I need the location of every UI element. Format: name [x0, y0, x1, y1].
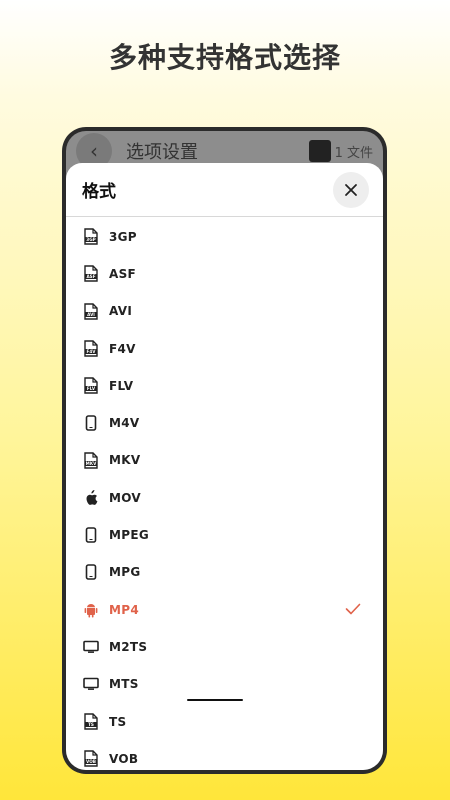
file-3gp-icon: 3GP: [83, 228, 99, 246]
format-label: MOV: [109, 490, 142, 505]
tv-icon: [83, 675, 99, 693]
format-label: MPG: [109, 565, 141, 580]
close-button[interactable]: [333, 171, 369, 208]
file-mkv-icon: MKV: [83, 451, 99, 469]
phone-screen: ‹ 选项设置 1 文件 格式 3GP 3GP ASF ASF AVI AVI F4V F4V F…: [66, 131, 383, 770]
format-bottom-sheet: 格式 3GP 3GP ASF ASF AVI AVI F4V F4V FLV FLV M4V MKV M…: [66, 163, 383, 770]
sheet-title: 格式: [82, 182, 116, 202]
home-indicator: [187, 699, 243, 701]
format-item-mpeg[interactable]: MPEG: [66, 516, 383, 553]
svg-text:VOB: VOB: [86, 759, 96, 764]
format-item-mkv[interactable]: MKV MKV: [66, 442, 383, 479]
checkmark-icon: [345, 600, 361, 619]
file-asf-icon: ASF: [83, 265, 99, 283]
file-flv-icon: FLV: [83, 377, 99, 395]
close-icon: [345, 183, 357, 196]
format-item-mts[interactable]: MTS: [66, 666, 383, 703]
format-label: FLV: [109, 378, 134, 393]
format-label: MPEG: [109, 528, 149, 543]
file-count: 1 文件: [308, 140, 373, 162]
svg-text:AVI: AVI: [87, 312, 95, 317]
format-label: M4V: [109, 416, 140, 431]
format-item-flv[interactable]: FLV FLV: [66, 367, 383, 404]
sheet-header: 格式: [66, 163, 383, 217]
svg-text:3GP: 3GP: [86, 237, 95, 242]
svg-text:TS: TS: [88, 722, 94, 727]
format-item-mp4[interactable]: MP4: [66, 591, 383, 628]
svg-text:FLV: FLV: [87, 387, 96, 392]
format-label: TS: [109, 714, 127, 729]
android-icon: [83, 601, 99, 619]
format-item-m4v[interactable]: M4V: [66, 404, 383, 441]
format-item-f4v[interactable]: F4V F4V: [66, 330, 383, 367]
file-thumbnail-icon: [308, 140, 331, 162]
format-item-m2ts[interactable]: M2TS: [66, 628, 383, 665]
svg-text:MKV: MKV: [86, 461, 97, 466]
format-label: MP4: [109, 602, 139, 617]
file-ts-icon: TS: [83, 713, 99, 731]
format-label: AVI: [109, 304, 133, 319]
phone-icon: [83, 414, 99, 432]
chevron-left-icon: ‹: [90, 139, 98, 163]
format-item-ts[interactable]: TS TS: [66, 703, 383, 740]
format-item-vob[interactable]: VOB VOB: [66, 740, 383, 770]
format-item-3gp[interactable]: 3GP 3GP: [66, 218, 383, 255]
file-f4v-icon: F4V: [83, 340, 99, 358]
format-label: F4V: [109, 341, 136, 356]
phone-icon: [83, 526, 99, 544]
format-item-asf[interactable]: ASF ASF: [66, 255, 383, 292]
format-item-mov[interactable]: MOV: [66, 479, 383, 516]
format-label: MKV: [109, 453, 141, 468]
format-label: 3GP: [109, 229, 137, 244]
format-label: VOB: [109, 751, 139, 766]
svg-text:F4V: F4V: [86, 349, 96, 354]
promo-title: 多种支持格式选择: [108, 41, 341, 74]
tv-icon: [83, 638, 99, 656]
format-label: ASF: [109, 266, 137, 281]
format-list: 3GP 3GP ASF ASF AVI AVI F4V F4V FLV FLV M4V MKV MKV M…: [66, 217, 383, 770]
file-vob-icon: VOB: [83, 750, 99, 768]
phone-icon: [83, 563, 99, 581]
phone-frame: ‹ 选项设置 1 文件 格式 3GP 3GP ASF ASF AVI AVI F4V F4V F…: [62, 127, 387, 774]
background-title: 选项设置: [126, 142, 198, 163]
file-count-label: 1 文件: [334, 145, 373, 161]
format-item-avi[interactable]: AVI AVI: [66, 293, 383, 330]
file-avi-icon: AVI: [83, 302, 99, 320]
format-item-mpg[interactable]: MPG: [66, 554, 383, 591]
svg-text:ASF: ASF: [86, 275, 95, 280]
format-label: M2TS: [109, 639, 148, 654]
apple-icon: [83, 489, 99, 507]
format-label: MTS: [109, 677, 139, 692]
